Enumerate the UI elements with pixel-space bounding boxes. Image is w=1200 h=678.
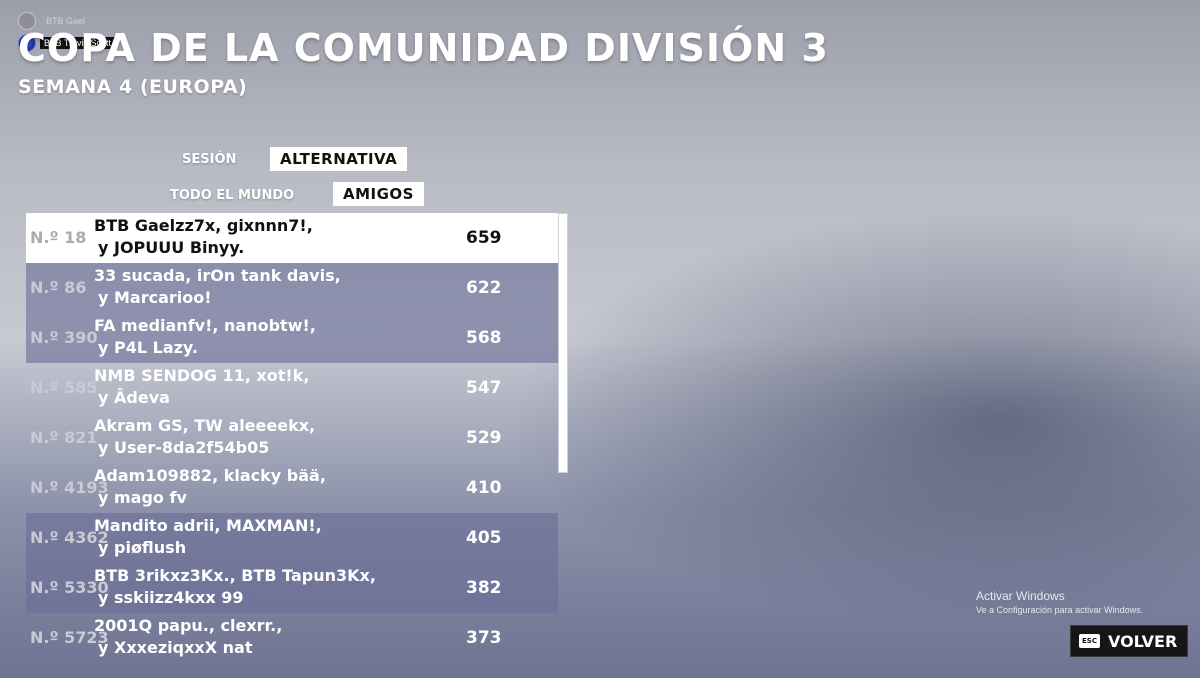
team-names: BTB 3rikxz3Kx., BTB Tapun3Kx, y sskiizz4k…	[94, 565, 376, 609]
team-names-line1: Akram GS, TW aleeeekx,	[94, 416, 316, 435]
team-names-line1: FA medianfv!, nanobtw!,	[94, 316, 316, 335]
page-subtitle: SEMANA 4 (EUROPA)	[18, 76, 248, 98]
team-names-line1: NMB SENDOG 11, xot!k,	[94, 366, 310, 385]
leaderboard-row[interactable]: N.º 5723 2001Q papu., clexrr., y Xxxeziqx…	[26, 613, 558, 663]
team-names-line1: 33 sucada, irOn tank davis,	[94, 266, 341, 285]
team-names-line1: Adam109882, klacky bää,	[94, 466, 326, 485]
windows-activation-watermark: Activar Windows Ve a Configuración para …	[976, 589, 1143, 615]
team-names-line1: BTB 3rikxz3Kx., BTB Tapun3Kx,	[94, 566, 376, 585]
team-names: Adam109882, klacky bää, y mago fv	[94, 465, 326, 509]
score: 410	[466, 478, 502, 498]
rank: N.º 585	[30, 378, 98, 397]
team-names-line2: y mago fv	[98, 488, 187, 507]
rank: N.º 18	[30, 228, 87, 247]
score: 405	[466, 528, 502, 548]
leaderboard-row[interactable]: N.º 585 NMB SENDOG 11, xot!k, y Âdeva 547	[26, 363, 558, 413]
team-names-line2: y User-8da2f54b05	[98, 438, 270, 457]
leaderboard-row[interactable]: N.º 821 Akram GS, TW aleeeekx, y User-8da…	[26, 413, 558, 463]
team-names-line2: y sskiizz4kxx 99	[98, 588, 244, 607]
score: 547	[466, 378, 502, 398]
page-title: COPA DE LA COMUNIDAD DIVISIÓN 3	[18, 26, 829, 70]
leaderboard-row[interactable]: N.º 86 33 sucada, irOn tank davis, y Marc…	[26, 263, 558, 313]
scrollbar-thumb[interactable]	[558, 213, 568, 473]
team-names-line2: y XxxeziqxxX nat	[98, 638, 253, 657]
rank: N.º 86	[30, 278, 87, 297]
rank: N.º 821	[30, 428, 98, 447]
score: 659	[466, 228, 502, 248]
score: 382	[466, 578, 502, 598]
back-button-label: VOLVER	[1107, 631, 1178, 651]
team-names-line2: y P4L Lazy.	[98, 338, 198, 357]
team-names-line2: y Marcarioo!	[98, 288, 212, 307]
scope-tab-world[interactable]: TODO EL MUNDO	[170, 188, 294, 203]
team-names: NMB SENDOG 11, xot!k, y Âdeva	[94, 365, 309, 409]
team-names: FA medianfv!, nanobtw!, y P4L Lazy.	[94, 315, 316, 359]
leaderboard-row[interactable]: N.º 5330 BTB 3rikxz3Kx., BTB Tapun3Kx, y …	[26, 563, 558, 613]
team-names-line2: y piøflush	[98, 538, 187, 557]
team-names-line2: y Âdeva	[98, 388, 170, 407]
team-names: Akram GS, TW aleeeekx, y User-8da2f54b05	[94, 415, 315, 459]
team-names: BTB Gaelzz7x, gixnnn7!, y JOPUUU Binyy.	[94, 215, 313, 259]
leaderboard-row[interactable]: N.º 4193 Adam109882, klacky bää, y mago f…	[26, 463, 558, 513]
score: 568	[466, 328, 502, 348]
session-label: SESIÓN	[182, 152, 237, 167]
score: 373	[466, 628, 502, 648]
team-names: 2001Q papu., clexrr., y XxxeziqxxX nat	[94, 615, 282, 659]
score: 529	[466, 428, 502, 448]
leaderboard-row[interactable]: N.º 4362 Mandito adrii, MAXMAN!, y piøflu…	[26, 513, 558, 563]
watermark-subtitle: Ve a Configuración para activar Windows.	[976, 605, 1144, 615]
watermark-title: Activar Windows	[976, 589, 1065, 603]
team-names: Mandito adrii, MAXMAN!, y piøflush	[94, 515, 322, 559]
scope-tab-friends[interactable]: AMIGOS	[333, 182, 424, 206]
leaderboard-row[interactable]: N.º 18 BTB Gaelzz7x, gixnnn7!, y JOPUUU B…	[26, 213, 558, 263]
leaderboard: N.º 18 BTB Gaelzz7x, gixnnn7!, y JOPUUU B…	[26, 213, 558, 663]
session-selector[interactable]: ALTERNATIVA	[270, 147, 408, 171]
team-names-line1: Mandito adrii, MAXMAN!,	[94, 516, 322, 535]
team-names-line1: 2001Q papu., clexrr.,	[94, 616, 283, 635]
back-button[interactable]: ESC VOLVER	[1070, 625, 1189, 657]
score: 622	[466, 278, 502, 298]
team-names-line2: y JOPUUU Binyy.	[98, 238, 245, 257]
team-names: 33 sucada, irOn tank davis, y Marcarioo!	[94, 265, 341, 309]
rank: N.º 390	[30, 328, 98, 347]
team-names-line1: BTB Gaelzz7x, gixnnn7!,	[94, 216, 313, 235]
esc-key-icon: ESC	[1079, 634, 1100, 648]
leaderboard-row[interactable]: N.º 390 FA medianfv!, nanobtw!, y P4L Laz…	[26, 313, 558, 363]
